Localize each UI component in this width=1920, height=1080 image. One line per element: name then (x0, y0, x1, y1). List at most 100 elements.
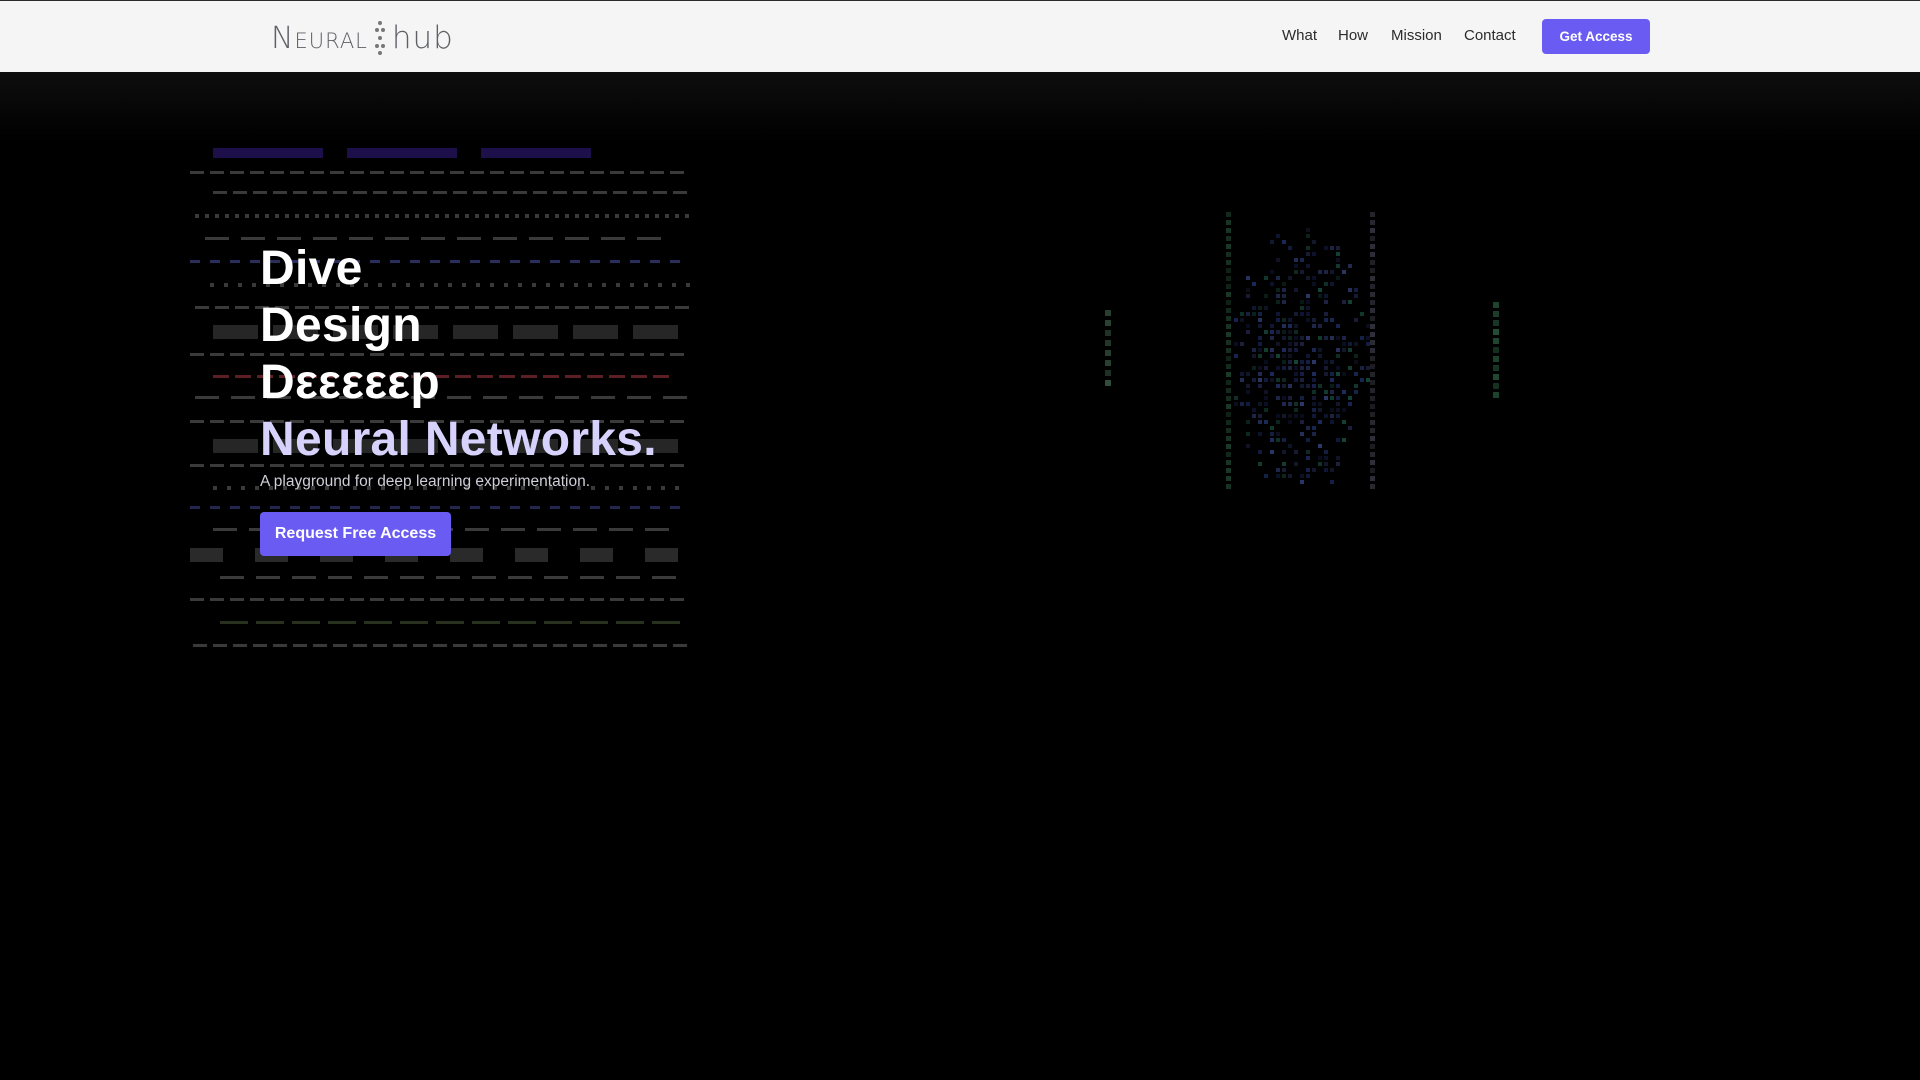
viz-pixel (1312, 414, 1316, 418)
pattern-cell (670, 598, 684, 601)
pattern-cell (481, 148, 591, 158)
viz-pixel (1264, 306, 1268, 310)
viz-pixel (1276, 318, 1280, 322)
viz-pixel (1105, 340, 1111, 346)
nav-link-mission[interactable]: Mission (1391, 27, 1442, 44)
viz-pixel (1258, 462, 1262, 466)
viz-pixel (1324, 270, 1328, 274)
viz-pixel (1354, 342, 1358, 346)
hero-heading: Dive Design Dεεεεεp Neural Networks. (260, 240, 657, 468)
viz-pixel (1370, 452, 1375, 457)
viz-pixel (1226, 436, 1231, 441)
viz-pixel (1312, 240, 1316, 244)
viz-pixel (1105, 370, 1111, 376)
viz-pixel (1318, 402, 1322, 406)
pattern-cell (210, 283, 214, 287)
viz-pixel (1270, 270, 1274, 274)
viz-pixel (1240, 372, 1244, 376)
viz-pixel (1276, 474, 1280, 478)
viz-pixel (1246, 402, 1250, 406)
viz-pixel (1370, 372, 1375, 377)
pattern-cell (433, 644, 447, 647)
viz-pixel (1306, 300, 1310, 304)
request-free-access-button[interactable]: Request Free Access (260, 512, 451, 556)
get-access-button[interactable]: Get Access (1542, 19, 1650, 54)
viz-pixel (1324, 390, 1328, 394)
pattern-cell (385, 214, 389, 218)
nav-link-how[interactable]: How (1338, 27, 1368, 44)
pattern-cell (610, 598, 624, 601)
pattern-cell (364, 621, 392, 624)
pattern-cell (686, 283, 690, 287)
viz-pixel (1264, 276, 1268, 280)
viz-pixel (1330, 480, 1334, 484)
viz-pixel (1342, 390, 1346, 394)
viz-pixel (1226, 420, 1231, 425)
viz-pixel (1288, 420, 1292, 424)
viz-pixel (1300, 336, 1304, 340)
pattern-cell (373, 191, 387, 194)
viz-pixel (1300, 474, 1304, 478)
pattern-cell (472, 621, 500, 624)
viz-pixel (1330, 246, 1334, 250)
viz-pixel (1288, 336, 1292, 340)
viz-pixel (1306, 468, 1310, 472)
nav-link-what[interactable]: What (1282, 27, 1317, 44)
pattern-cell (375, 214, 379, 218)
pattern-cell (350, 171, 364, 174)
viz-pixel (1318, 444, 1322, 448)
pattern-cell (330, 506, 340, 509)
pattern-cell (633, 644, 647, 647)
viz-pixel (1312, 252, 1316, 256)
pattern-cell (445, 214, 449, 218)
viz-pixel (1288, 246, 1292, 250)
viz-pixel (1294, 324, 1298, 328)
neuralhub-logo[interactable]: Neural hub (271, 19, 454, 57)
pattern-cell (190, 548, 223, 562)
viz-pixel (1294, 360, 1298, 364)
viz-pixel (1258, 348, 1262, 352)
viz-pixel (1105, 320, 1111, 326)
pattern-cell (233, 191, 247, 194)
pattern-cell (573, 528, 597, 531)
hero-line-deep: Dεεεεεp (260, 356, 440, 409)
viz-pixel (1258, 318, 1262, 322)
viz-pixel (1336, 246, 1340, 250)
viz-pixel (1370, 252, 1375, 257)
viz-pixel (1493, 302, 1499, 308)
pattern-cell (619, 486, 623, 490)
viz-pixel (1318, 354, 1322, 358)
viz-pixel (1330, 270, 1334, 274)
pattern-cell (293, 191, 307, 194)
viz-pixel (1312, 324, 1316, 328)
viz-pixel (1348, 402, 1352, 406)
pattern-cell (537, 528, 561, 531)
viz-pixel (1336, 354, 1340, 358)
viz-pixel (1282, 474, 1286, 478)
viz-pixel (1493, 320, 1499, 326)
viz-pixel (1360, 378, 1364, 382)
viz-pixel (1336, 438, 1340, 442)
viz-pixel (1330, 468, 1334, 472)
viz-pixel (1294, 336, 1298, 340)
pattern-cell (195, 396, 219, 399)
network-visualization (1105, 212, 1499, 489)
viz-pixel (1324, 468, 1328, 472)
pattern-cell (313, 191, 327, 194)
nav-link-contact[interactable]: Contact (1464, 27, 1516, 44)
pattern-cell (210, 464, 224, 467)
viz-pixel (1276, 438, 1280, 442)
pattern-cell (235, 214, 239, 218)
pattern-cell (533, 644, 547, 647)
viz-pixel (1306, 456, 1310, 460)
viz-pixel (1226, 324, 1231, 329)
viz-pixel (1288, 360, 1292, 364)
viz-pixel (1276, 366, 1280, 370)
pattern-cell (213, 486, 217, 490)
pattern-cell (545, 214, 549, 218)
pattern-cell (508, 621, 536, 624)
viz-pixel (1270, 432, 1274, 436)
pattern-cell (544, 576, 568, 579)
viz-pixel (1258, 312, 1262, 316)
pattern-cell (370, 506, 380, 509)
